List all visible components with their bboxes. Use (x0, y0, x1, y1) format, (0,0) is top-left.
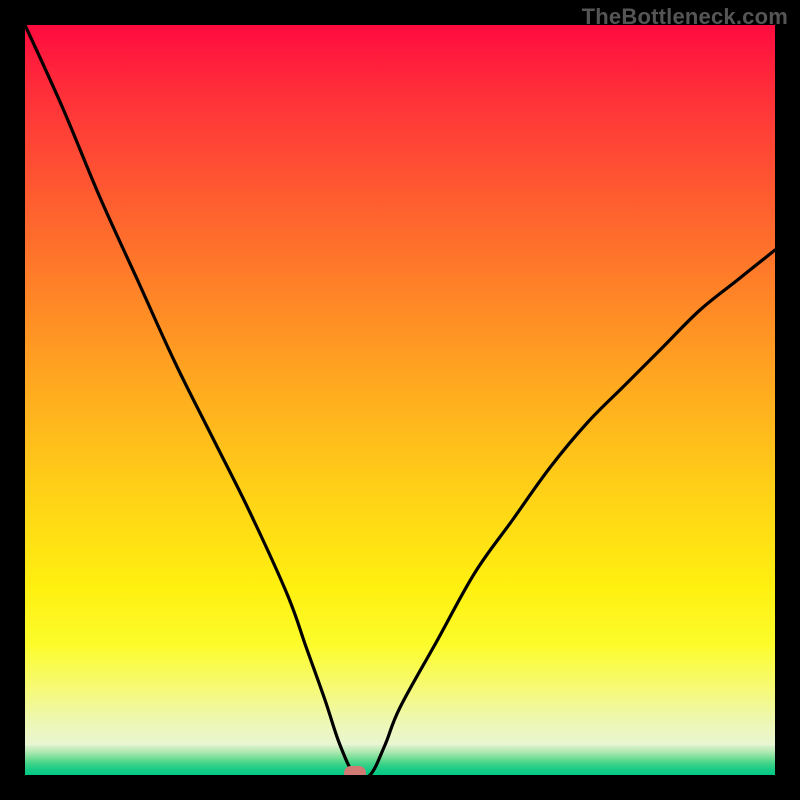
plot-area (25, 25, 775, 775)
bottleneck-curve (25, 25, 775, 775)
chart-frame: TheBottleneck.com (0, 0, 800, 800)
minimum-marker (344, 766, 366, 775)
curve-svg (25, 25, 775, 775)
